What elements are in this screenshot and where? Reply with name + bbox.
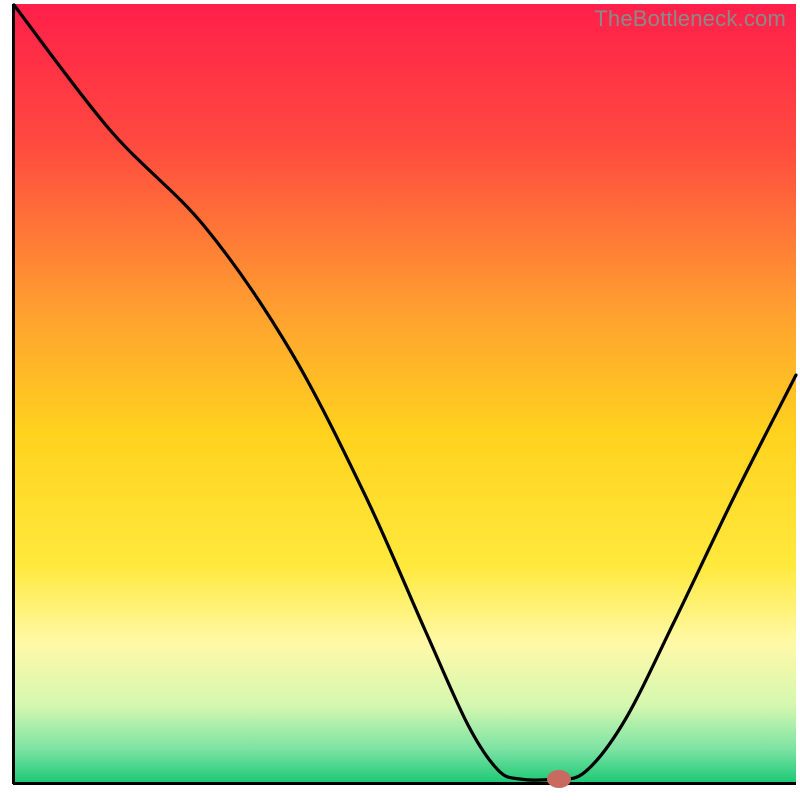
optimum-marker <box>547 770 571 788</box>
chart-container: TheBottleneck.com <box>0 0 800 800</box>
bottleneck-chart <box>0 0 800 800</box>
plot-background <box>13 4 796 784</box>
attribution-label: TheBottleneck.com <box>594 6 786 32</box>
